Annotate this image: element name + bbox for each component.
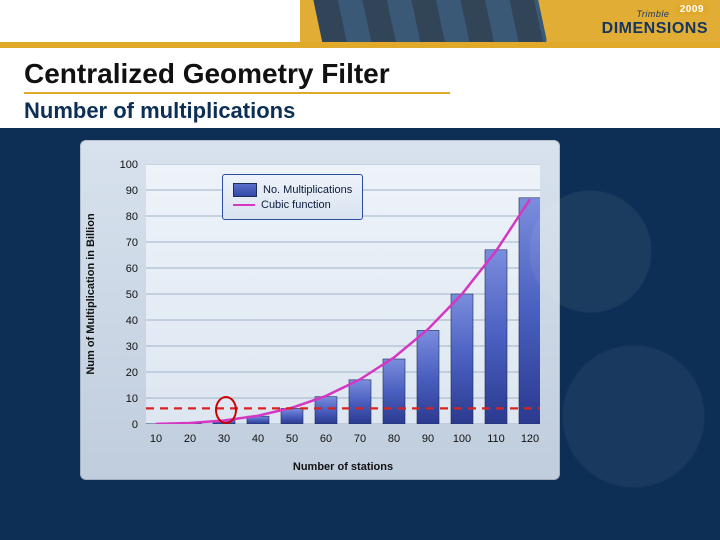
body: No. Multiplications Cubic function Num o… <box>0 128 720 540</box>
title-area: Centralized Geometry Filter Number of mu… <box>24 58 696 124</box>
legend-item-bar: No. Multiplications <box>233 183 352 197</box>
x-axis: Number of stations 10 20 30 40 50 60 70 80 90 100 1… <box>80 424 560 480</box>
svg-text:60: 60 <box>320 433 332 445</box>
svg-text:40: 40 <box>126 315 138 327</box>
svg-text:90: 90 <box>422 433 434 445</box>
header: Trimble 2009 DIMENSIONS <box>0 0 720 42</box>
svg-text:50: 50 <box>286 433 298 445</box>
brand-block: Trimble 2009 DIMENSIONS <box>602 4 708 38</box>
svg-text:10: 10 <box>150 433 162 445</box>
svg-text:110: 110 <box>487 433 505 445</box>
svg-text:Number of stations: Number of stations <box>293 461 393 473</box>
chart-panel: No. Multiplications Cubic function Num o… <box>80 140 560 480</box>
svg-text:100: 100 <box>453 433 471 445</box>
page-title: Centralized Geometry Filter <box>24 58 450 94</box>
svg-text:20: 20 <box>126 367 138 379</box>
svg-text:70: 70 <box>126 237 138 249</box>
svg-text:80: 80 <box>126 211 138 223</box>
svg-text:40: 40 <box>252 433 264 445</box>
svg-text:30: 30 <box>126 341 138 353</box>
line-swatch-icon <box>233 204 255 206</box>
svg-text:50: 50 <box>126 289 138 301</box>
legend-item-line: Cubic function <box>233 199 352 211</box>
page-subtitle: Number of multiplications <box>24 98 696 124</box>
divider <box>0 42 720 48</box>
svg-text:20: 20 <box>184 433 196 445</box>
plot-area: No. Multiplications Cubic function <box>146 164 540 424</box>
legend: No. Multiplications Cubic function <box>222 174 363 220</box>
svg-text:30: 30 <box>218 433 230 445</box>
brand-year: 2009 <box>676 4 708 15</box>
svg-text:80: 80 <box>388 433 400 445</box>
brand-product: DIMENSIONS <box>602 20 708 37</box>
svg-text:60: 60 <box>126 263 138 275</box>
svg-text:90: 90 <box>126 185 138 197</box>
legend-line-label: Cubic function <box>261 199 331 211</box>
svg-text:Num of Multiplication in Billi: Num of Multiplication in Billion <box>85 213 97 375</box>
svg-text:120: 120 <box>521 433 539 445</box>
svg-text:10: 10 <box>126 393 138 405</box>
legend-bar-label: No. Multiplications <box>263 184 352 196</box>
svg-text:100: 100 <box>120 159 138 171</box>
brand-company: Trimble <box>637 9 670 19</box>
svg-text:70: 70 <box>354 433 366 445</box>
bar-swatch-icon <box>233 183 257 197</box>
